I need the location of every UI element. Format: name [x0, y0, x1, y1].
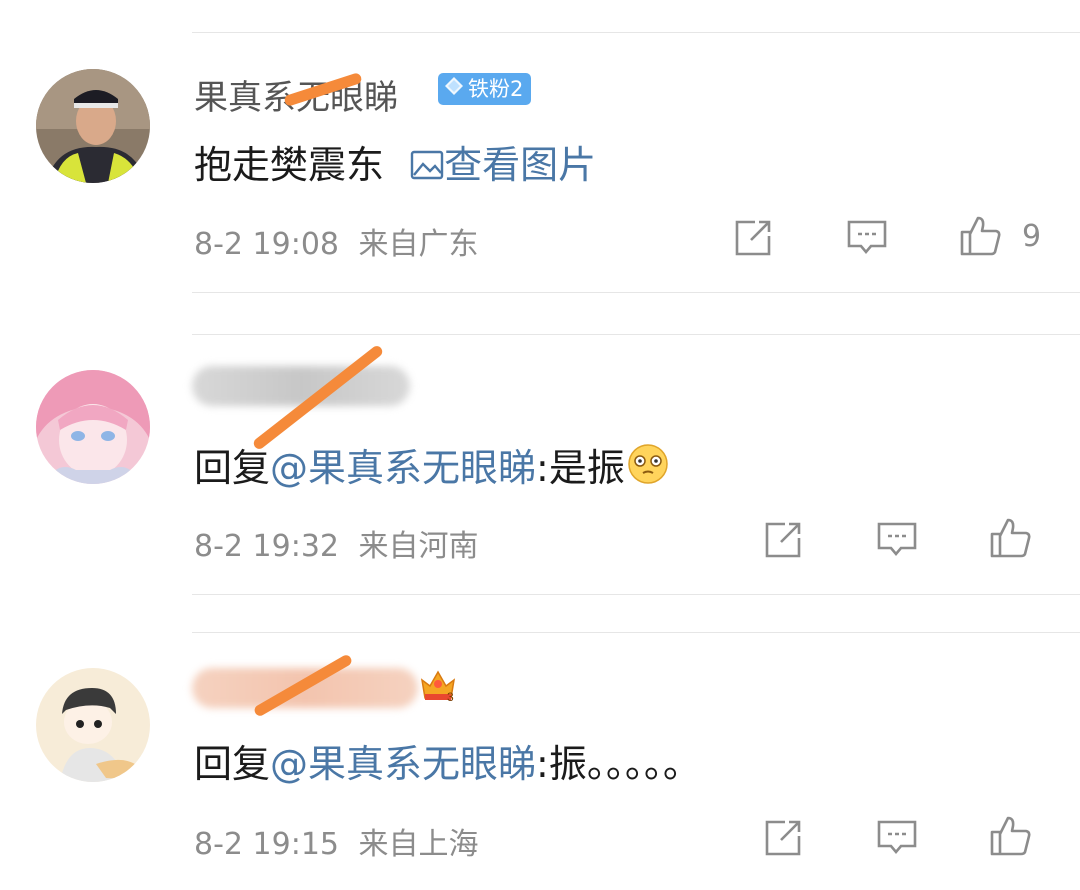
comment-icon[interactable] — [845, 216, 889, 260]
comment-divider — [192, 334, 1080, 335]
comment-divider — [192, 594, 1080, 595]
reply-text-row: 回复@果真系无眼睇:振。。。。。 — [194, 733, 701, 788]
comment-meta: 8-2 19:08 来自广东 — [194, 219, 479, 263]
avatar[interactable] — [36, 668, 150, 782]
comment-meta: 8-2 19:15 来自上海 — [194, 819, 479, 863]
repost-icon[interactable] — [731, 216, 775, 260]
emoji-face-icon — [627, 443, 669, 494]
comment-icon[interactable] — [875, 518, 919, 562]
location: 来自广东 — [358, 227, 479, 262]
timestamp: 8-2 19:08 — [194, 227, 339, 262]
image-icon — [410, 146, 444, 190]
repost-icon[interactable] — [761, 816, 805, 860]
avatar[interactable] — [36, 370, 150, 484]
top-divider — [192, 32, 1080, 33]
comment-divider — [192, 292, 1080, 293]
reply-text: :是振 — [536, 446, 625, 490]
view-image-label: 查看图片 — [444, 143, 597, 187]
comment-text-row: 抱走樊震东 查看图片 — [194, 134, 596, 190]
comment-meta: 8-2 19:32 来自河南 — [194, 521, 479, 565]
location: 来自河南 — [358, 529, 479, 564]
crown-badge-icon: 3 — [418, 664, 458, 708]
timestamp: 8-2 19:15 — [194, 827, 339, 862]
fan-badge[interactable]: 铁粉2 — [438, 73, 532, 105]
diamond-icon — [444, 73, 464, 105]
reply-prefix: 回复 — [194, 446, 271, 490]
like-count: 9 — [1022, 219, 1042, 254]
fan-badge-label: 铁粉2 — [468, 77, 524, 101]
view-image-link[interactable]: 查看图片 — [410, 143, 596, 187]
timestamp: 8-2 19:32 — [194, 529, 339, 564]
like-icon[interactable] — [988, 516, 1032, 560]
avatar[interactable] — [36, 69, 150, 183]
repost-icon[interactable] — [761, 518, 805, 562]
like-icon[interactable] — [988, 814, 1032, 858]
comment-divider — [192, 632, 1080, 633]
like-icon[interactable] — [958, 214, 1002, 258]
reply-mention[interactable]: @果真系无眼睇 — [270, 742, 536, 786]
username-redacted — [192, 366, 410, 406]
comment-text: 抱走樊震东 — [194, 143, 385, 187]
reply-mention[interactable]: @果真系无眼睇 — [270, 446, 536, 490]
svg-text:3: 3 — [447, 690, 454, 704]
reply-text-row: 回复@果真系无眼睇:是振 — [194, 437, 669, 494]
comment-icon[interactable] — [875, 816, 919, 860]
reply-prefix: 回复 — [194, 742, 271, 786]
reply-text: :振。。。。。 — [536, 742, 701, 786]
location: 来自上海 — [358, 827, 479, 862]
